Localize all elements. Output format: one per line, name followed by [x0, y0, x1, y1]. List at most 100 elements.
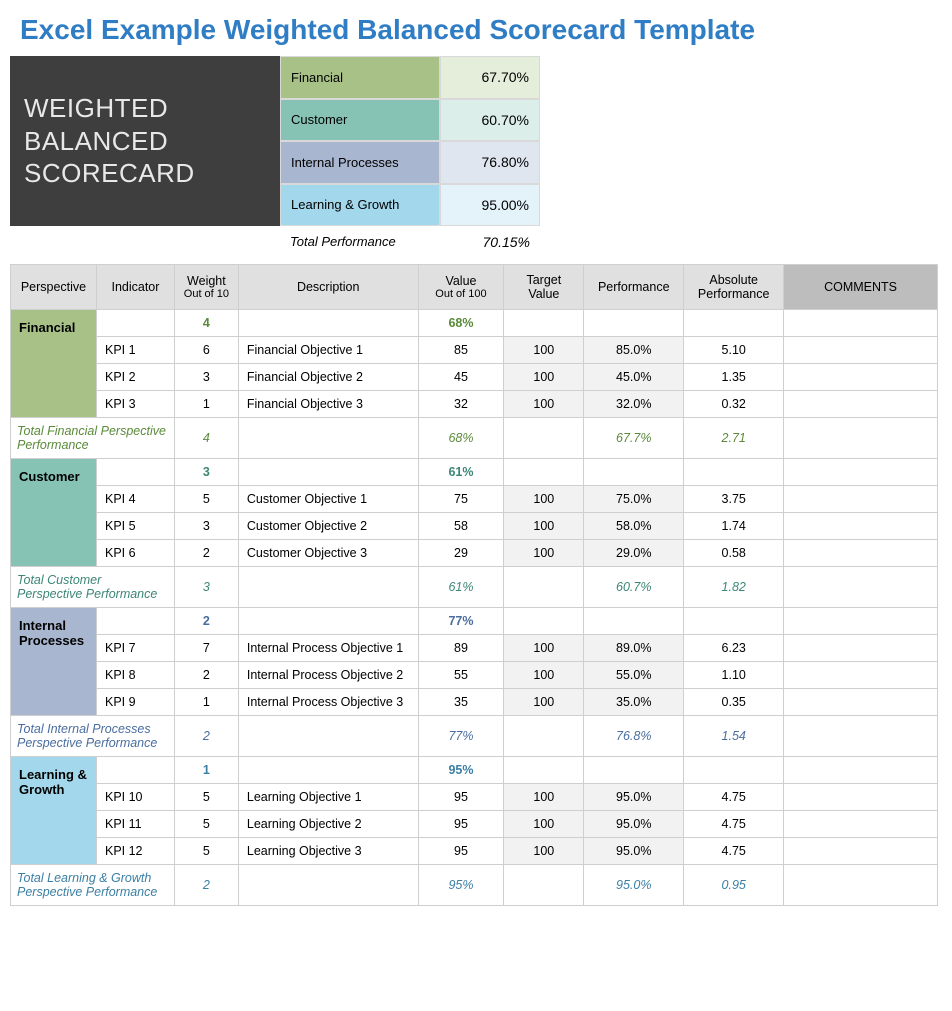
kpi-weight: 5	[174, 811, 238, 838]
kpi-value: 75	[418, 486, 504, 513]
kpi-value: 89	[418, 635, 504, 662]
kpi-indicator: KPI 10	[96, 784, 174, 811]
kpi-comments	[784, 838, 938, 865]
section-total-label: Total Learning & Growth Perspective Perf…	[11, 865, 175, 906]
cell	[238, 418, 418, 459]
summary-label-learning: Learning & Growth	[280, 184, 440, 227]
kpi-weight: 5	[174, 838, 238, 865]
table-header-row: Perspective Indicator WeightOut of 10 De…	[11, 265, 938, 310]
kpi-value: 95	[418, 811, 504, 838]
cell	[504, 716, 584, 757]
kpi-performance: 55.0%	[584, 662, 684, 689]
section-header-learning: Learning & Growth 1 95%	[11, 757, 938, 784]
kpi-value: 32	[418, 391, 504, 418]
section-total-performance: 95.0%	[584, 865, 684, 906]
summary-value-financial: 67.70%	[440, 56, 540, 99]
kpi-absolute: 1.74	[684, 513, 784, 540]
scorecard-table: Perspective Indicator WeightOut of 10 De…	[10, 264, 938, 906]
kpi-target: 100	[504, 838, 584, 865]
kpi-weight: 3	[174, 513, 238, 540]
section-weight: 4	[174, 310, 238, 337]
kpi-description: Internal Process Objective 3	[238, 689, 418, 716]
summary-label-financial: Financial	[280, 56, 440, 99]
kpi-weight: 6	[174, 337, 238, 364]
summary-value-learning: 95.00%	[440, 184, 540, 227]
kpi-indicator: KPI 9	[96, 689, 174, 716]
col-value: ValueOut of 100	[418, 265, 504, 310]
kpi-absolute: 1.10	[684, 662, 784, 689]
kpi-description: Learning Objective 3	[238, 838, 418, 865]
kpi-comments	[784, 337, 938, 364]
col-weight: WeightOut of 10	[174, 265, 238, 310]
summary-label-internal: Internal Processes	[280, 141, 440, 184]
cell	[238, 716, 418, 757]
summary-value-customer: 60.70%	[440, 99, 540, 142]
kpi-row: KPI 6 2 Customer Objective 3 29 100 29.0…	[11, 540, 938, 567]
summary-table: Financial 67.70% Customer 60.70% Interna…	[280, 56, 540, 226]
cell	[238, 757, 418, 784]
kpi-description: Financial Objective 2	[238, 364, 418, 391]
section-value: 95%	[418, 757, 504, 784]
section-total-weight: 3	[174, 567, 238, 608]
section-value: 77%	[418, 608, 504, 635]
cell	[584, 459, 684, 486]
cell	[504, 459, 584, 486]
kpi-description: Internal Process Objective 1	[238, 635, 418, 662]
cell	[684, 757, 784, 784]
col-absolute: Absolute Performance	[684, 265, 784, 310]
col-perspective: Perspective	[11, 265, 97, 310]
total-performance-value: 70.15%	[440, 226, 540, 258]
header-block: WEIGHTED BALANCED SCORECARD Financial 67…	[10, 56, 942, 226]
perspective-cell-customer: Customer	[11, 459, 97, 567]
kpi-row: KPI 4 5 Customer Objective 1 75 100 75.0…	[11, 486, 938, 513]
kpi-absolute: 1.35	[684, 364, 784, 391]
kpi-value: 85	[418, 337, 504, 364]
section-weight: 2	[174, 608, 238, 635]
kpi-comments	[784, 811, 938, 838]
kpi-target: 100	[504, 486, 584, 513]
kpi-row: KPI 8 2 Internal Process Objective 2 55 …	[11, 662, 938, 689]
kpi-row: KPI 2 3 Financial Objective 2 45 100 45.…	[11, 364, 938, 391]
section-total-value: 77%	[418, 716, 504, 757]
kpi-row: KPI 11 5 Learning Objective 2 95 100 95.…	[11, 811, 938, 838]
kpi-performance: 29.0%	[584, 540, 684, 567]
section-total-absolute: 0.95	[684, 865, 784, 906]
section-total-absolute: 1.54	[684, 716, 784, 757]
section-header-financial: Financial 4 68%	[11, 310, 938, 337]
kpi-absolute: 0.58	[684, 540, 784, 567]
kpi-performance: 89.0%	[584, 635, 684, 662]
kpi-target: 100	[504, 364, 584, 391]
kpi-value: 45	[418, 364, 504, 391]
kpi-value: 35	[418, 689, 504, 716]
section-total-value: 95%	[418, 865, 504, 906]
section-total-value: 61%	[418, 567, 504, 608]
col-target: Target Value	[504, 265, 584, 310]
kpi-description: Customer Objective 2	[238, 513, 418, 540]
kpi-indicator: KPI 3	[96, 391, 174, 418]
cell	[684, 310, 784, 337]
kpi-absolute: 4.75	[684, 784, 784, 811]
kpi-target: 100	[504, 513, 584, 540]
section-total-performance: 76.8%	[584, 716, 684, 757]
section-weight: 1	[174, 757, 238, 784]
section-header-customer: Customer 3 61%	[11, 459, 938, 486]
kpi-description: Learning Objective 2	[238, 811, 418, 838]
cell	[504, 418, 584, 459]
cell	[96, 310, 174, 337]
section-value: 61%	[418, 459, 504, 486]
cell	[784, 567, 938, 608]
kpi-absolute: 0.32	[684, 391, 784, 418]
cell	[238, 459, 418, 486]
cell	[238, 865, 418, 906]
section-total-label: Total Internal Processes Perspective Per…	[11, 716, 175, 757]
cell	[96, 757, 174, 784]
kpi-comments	[784, 689, 938, 716]
cell	[784, 716, 938, 757]
cell	[784, 418, 938, 459]
section-value: 68%	[418, 310, 504, 337]
section-total-performance: 67.7%	[584, 418, 684, 459]
cell	[784, 459, 938, 486]
kpi-absolute: 0.35	[684, 689, 784, 716]
kpi-comments	[784, 540, 938, 567]
kpi-comments	[784, 635, 938, 662]
